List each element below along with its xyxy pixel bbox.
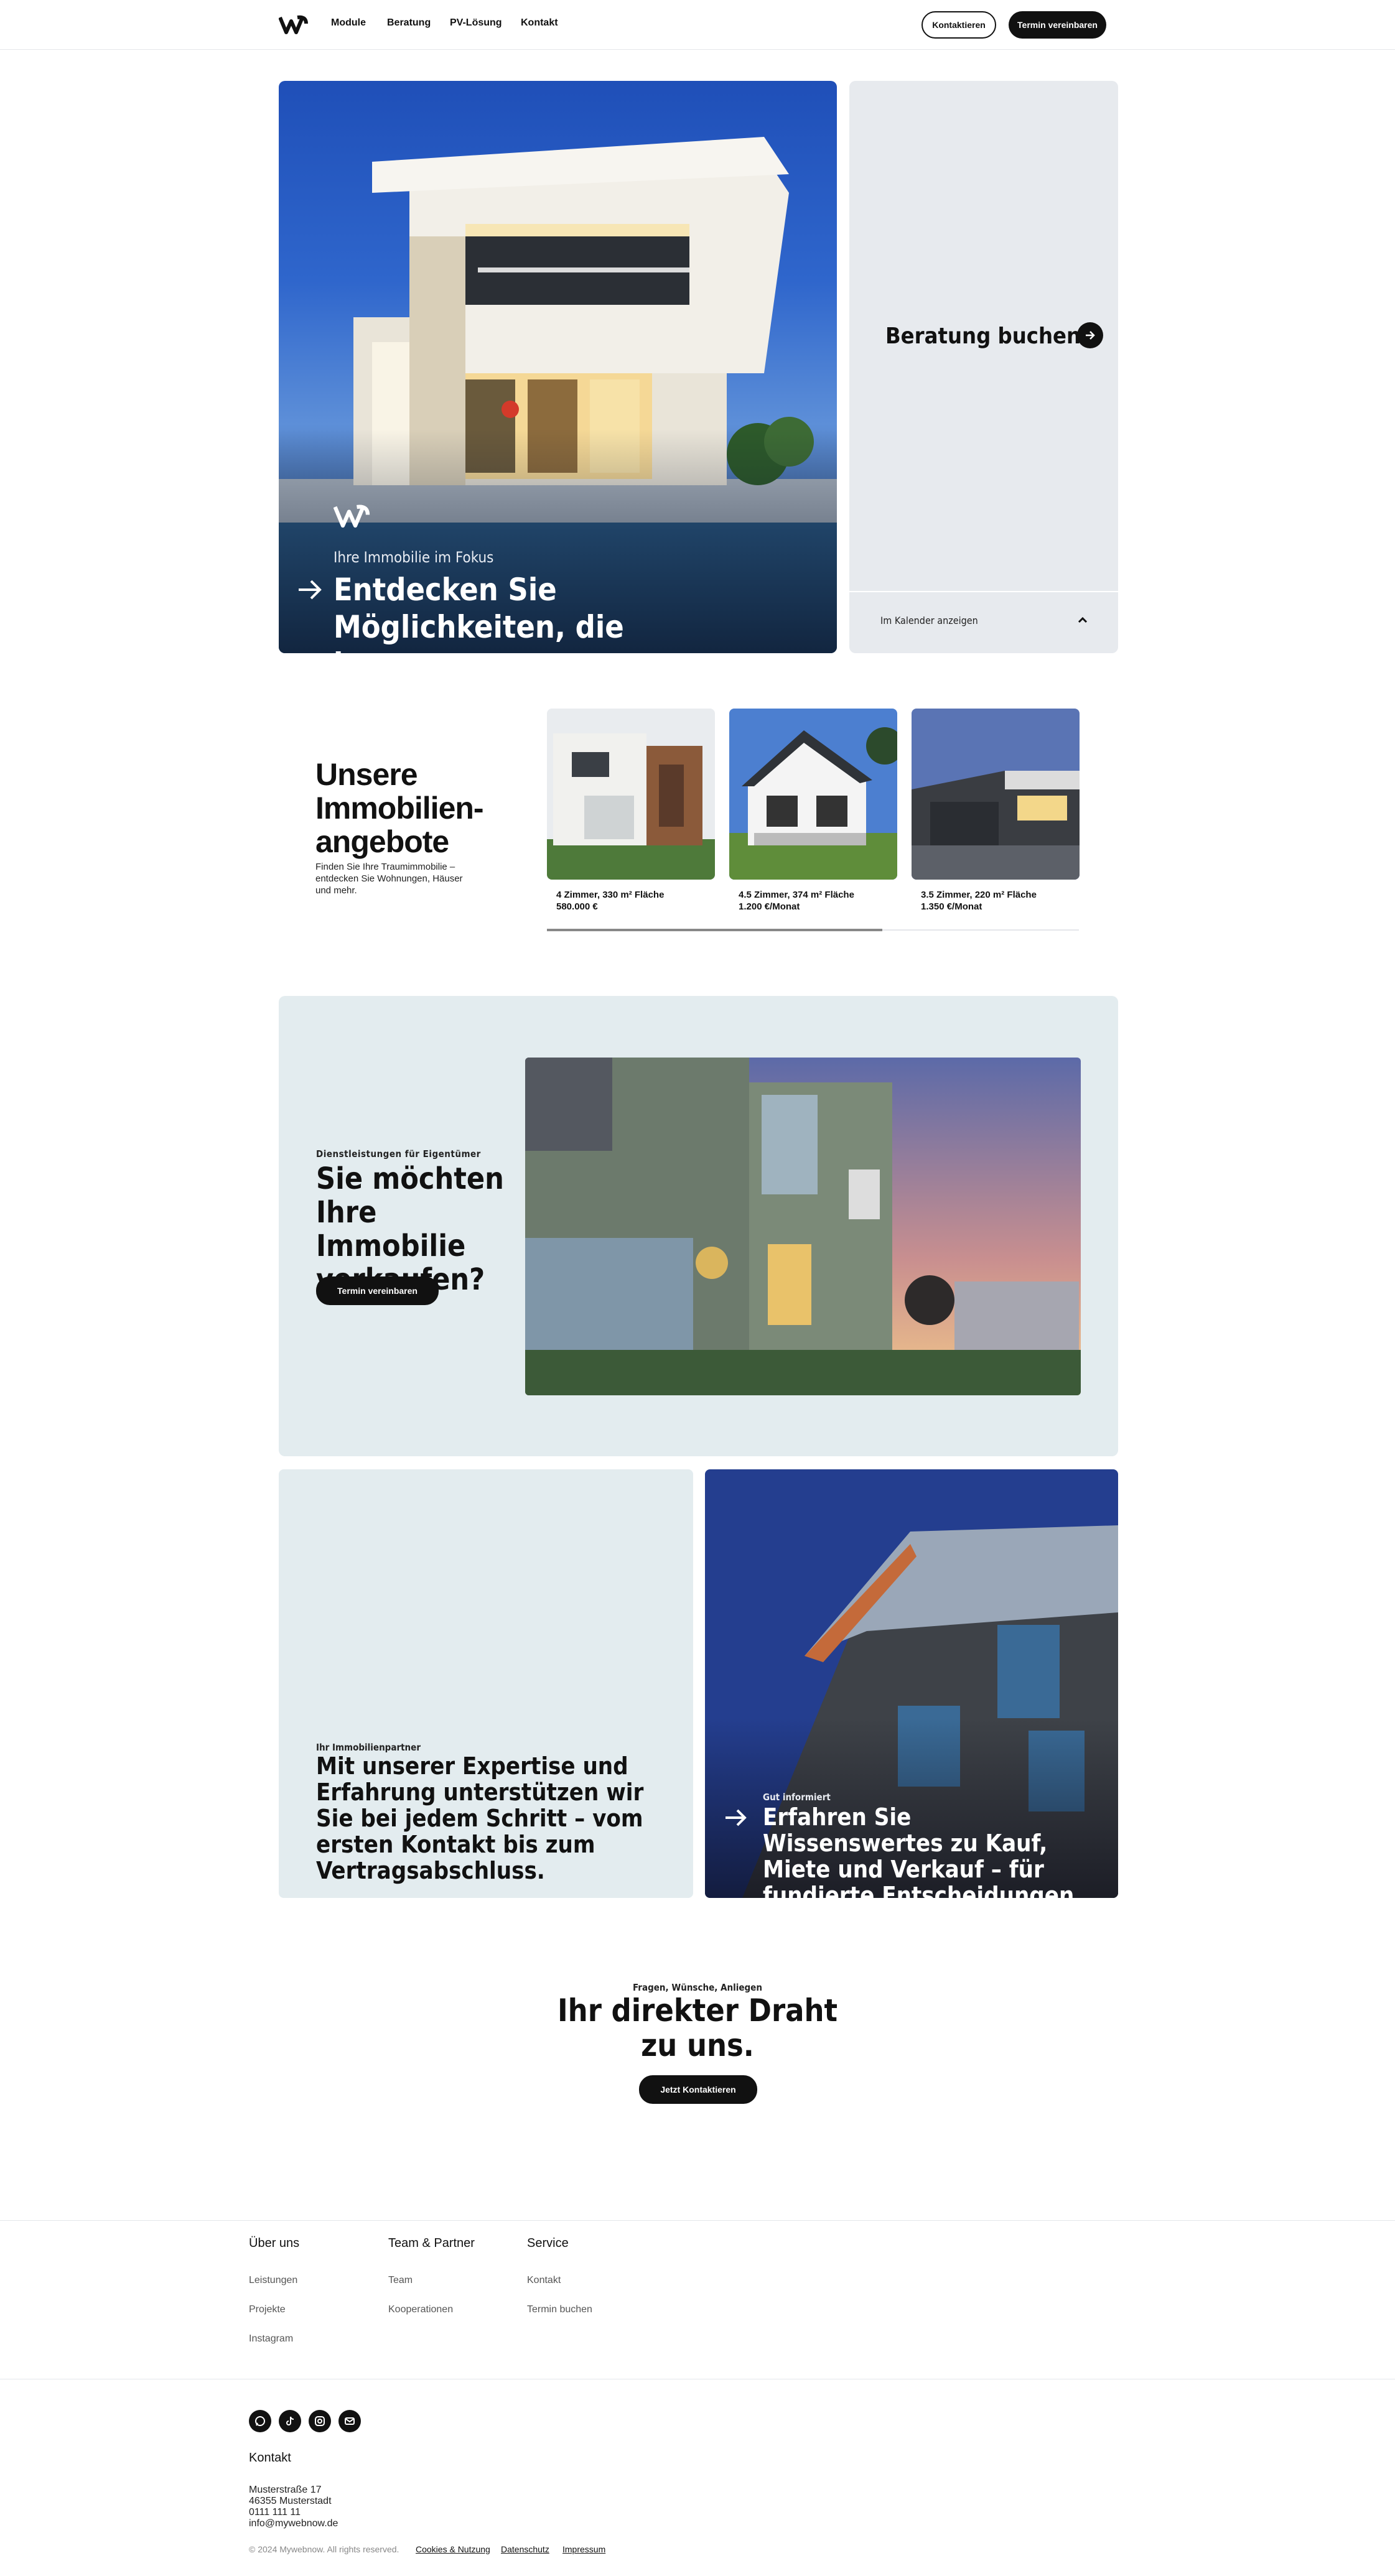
- hero-subtitle: Ihre Immobilie im Fokus: [334, 549, 494, 566]
- property-details: 3.5 Zimmer, 220 m² Fläche: [921, 890, 1037, 900]
- footer-divider: [0, 2220, 1395, 2221]
- property-card-image[interactable]: [729, 709, 897, 880]
- partner-title: Mit unserer Expertise und Erfahrung unte…: [316, 1752, 644, 1884]
- sell-eyebrow: Dienstleistungen für Eigentümer: [316, 1148, 481, 1160]
- sell-appointment-button[interactable]: Termin vereinbaren: [316, 1276, 439, 1305]
- top-navigation: [0, 0, 1395, 50]
- brand-logo-watermark: [334, 505, 370, 528]
- cta-title: Ihr direkter Draht zu uns.: [557, 1992, 838, 2063]
- brand-logo[interactable]: [279, 15, 309, 35]
- nav-link-module[interactable]: Module: [331, 17, 366, 29]
- legal-link-datenschutz[interactable]: Datenschutz: [501, 2544, 549, 2554]
- booking-title[interactable]: Beratung buchen: [885, 323, 1081, 349]
- arrow-right-icon: [1086, 331, 1095, 340]
- whatsapp-icon[interactable]: [249, 2410, 271, 2432]
- booking-arrow-button[interactable]: [1077, 322, 1103, 348]
- info-card[interactable]: Gut informiert Erfahren Sie Wissenswerte…: [705, 1469, 1118, 1898]
- divider: [849, 591, 1118, 592]
- hero-title: Entdecken Sie Möglichkeiten, die bewegen…: [334, 572, 624, 653]
- info-title: Erfahren Sie Wissenswertes zu Kauf, Miet…: [763, 1803, 1083, 1898]
- footer-contact-heading: Kontakt: [249, 2451, 291, 2465]
- property-card-image[interactable]: [547, 709, 715, 880]
- footer-heading-ueber-uns: Über uns: [249, 2236, 300, 2250]
- info-eyebrow: Gut informiert: [763, 1792, 831, 1803]
- chevron-up-icon[interactable]: [1076, 613, 1089, 627]
- legal-link-impressum[interactable]: Impressum: [562, 2544, 605, 2554]
- footer-link-instagram[interactable]: Instagram: [249, 2333, 293, 2345]
- nav-link-pv-loesung[interactable]: PV-Lösung: [450, 17, 502, 29]
- contact-button[interactable]: Kontaktieren: [921, 11, 996, 39]
- property-price: 1.200 €/Monat: [739, 901, 800, 912]
- arrow-right-icon: [299, 580, 322, 600]
- property-details: 4 Zimmer, 330 m² Fläche: [556, 890, 665, 900]
- property-price: 580.000 €: [556, 901, 598, 912]
- hero-banner[interactable]: Ihre Immobilie im Fokus Entdecken Sie Mö…: [279, 81, 837, 653]
- tiktok-icon[interactable]: [279, 2410, 301, 2432]
- legal-link-cookies[interactable]: Cookies & Nutzung: [416, 2544, 490, 2554]
- footer-link-leistungen[interactable]: Leistungen: [249, 2275, 297, 2286]
- offers-description: Finden Sie Ihre Traumimmobilie – entdeck…: [315, 862, 463, 896]
- property-details: 4.5 Zimmer, 374 m² Fläche: [739, 890, 854, 900]
- nav-link-beratung[interactable]: Beratung: [387, 17, 431, 29]
- contact-now-button[interactable]: Jetzt Kontaktieren: [639, 2075, 757, 2104]
- property-photo: [729, 709, 897, 880]
- calendar-toggle-label[interactable]: Im Kalender anzeigen: [880, 615, 978, 626]
- arrow-right-icon: [725, 1809, 747, 1826]
- address-city: 46355 Musterstadt: [249, 2496, 332, 2506]
- copyright-text: © 2024 Mywebnow. All rights reserved.: [249, 2544, 399, 2554]
- carousel-scrollbar-thumb[interactable]: [547, 929, 882, 931]
- footer-link-termin-buchen[interactable]: Termin buchen: [527, 2304, 592, 2315]
- footer-link-projekte[interactable]: Projekte: [249, 2304, 286, 2315]
- property-card-image[interactable]: [912, 709, 1080, 880]
- property-photo: [547, 709, 715, 880]
- footer-link-team[interactable]: Team: [388, 2275, 413, 2286]
- appointment-button[interactable]: Termin vereinbaren: [1009, 11, 1106, 39]
- footer-heading-service: Service: [527, 2236, 569, 2250]
- email-address[interactable]: info@mywebnow.de: [249, 2518, 338, 2529]
- offers-title: Unsere Immobilien-angebote: [315, 757, 484, 859]
- booking-panel: Beratung buchen Im Kalender anzeigen: [849, 81, 1118, 653]
- partner-eyebrow: Ihr Immobilienpartner: [316, 1742, 421, 1753]
- instagram-icon[interactable]: [309, 2410, 331, 2432]
- sell-house-image: [525, 1058, 1081, 1395]
- mail-icon[interactable]: [338, 2410, 361, 2432]
- address-street: Musterstraße 17: [249, 2485, 322, 2495]
- footer-link-kooperationen[interactable]: Kooperationen: [388, 2304, 453, 2315]
- property-photo: [912, 709, 1080, 880]
- nav-link-kontakt[interactable]: Kontakt: [521, 17, 558, 29]
- property-price: 1.350 €/Monat: [921, 901, 982, 912]
- phone-number[interactable]: 0111 111 11: [249, 2507, 301, 2518]
- footer-link-kontakt[interactable]: Kontakt: [527, 2275, 561, 2286]
- footer-heading-team-partner: Team & Partner: [388, 2236, 475, 2250]
- cta-eyebrow: Fragen, Wünsche, Anliegen: [633, 1982, 762, 1993]
